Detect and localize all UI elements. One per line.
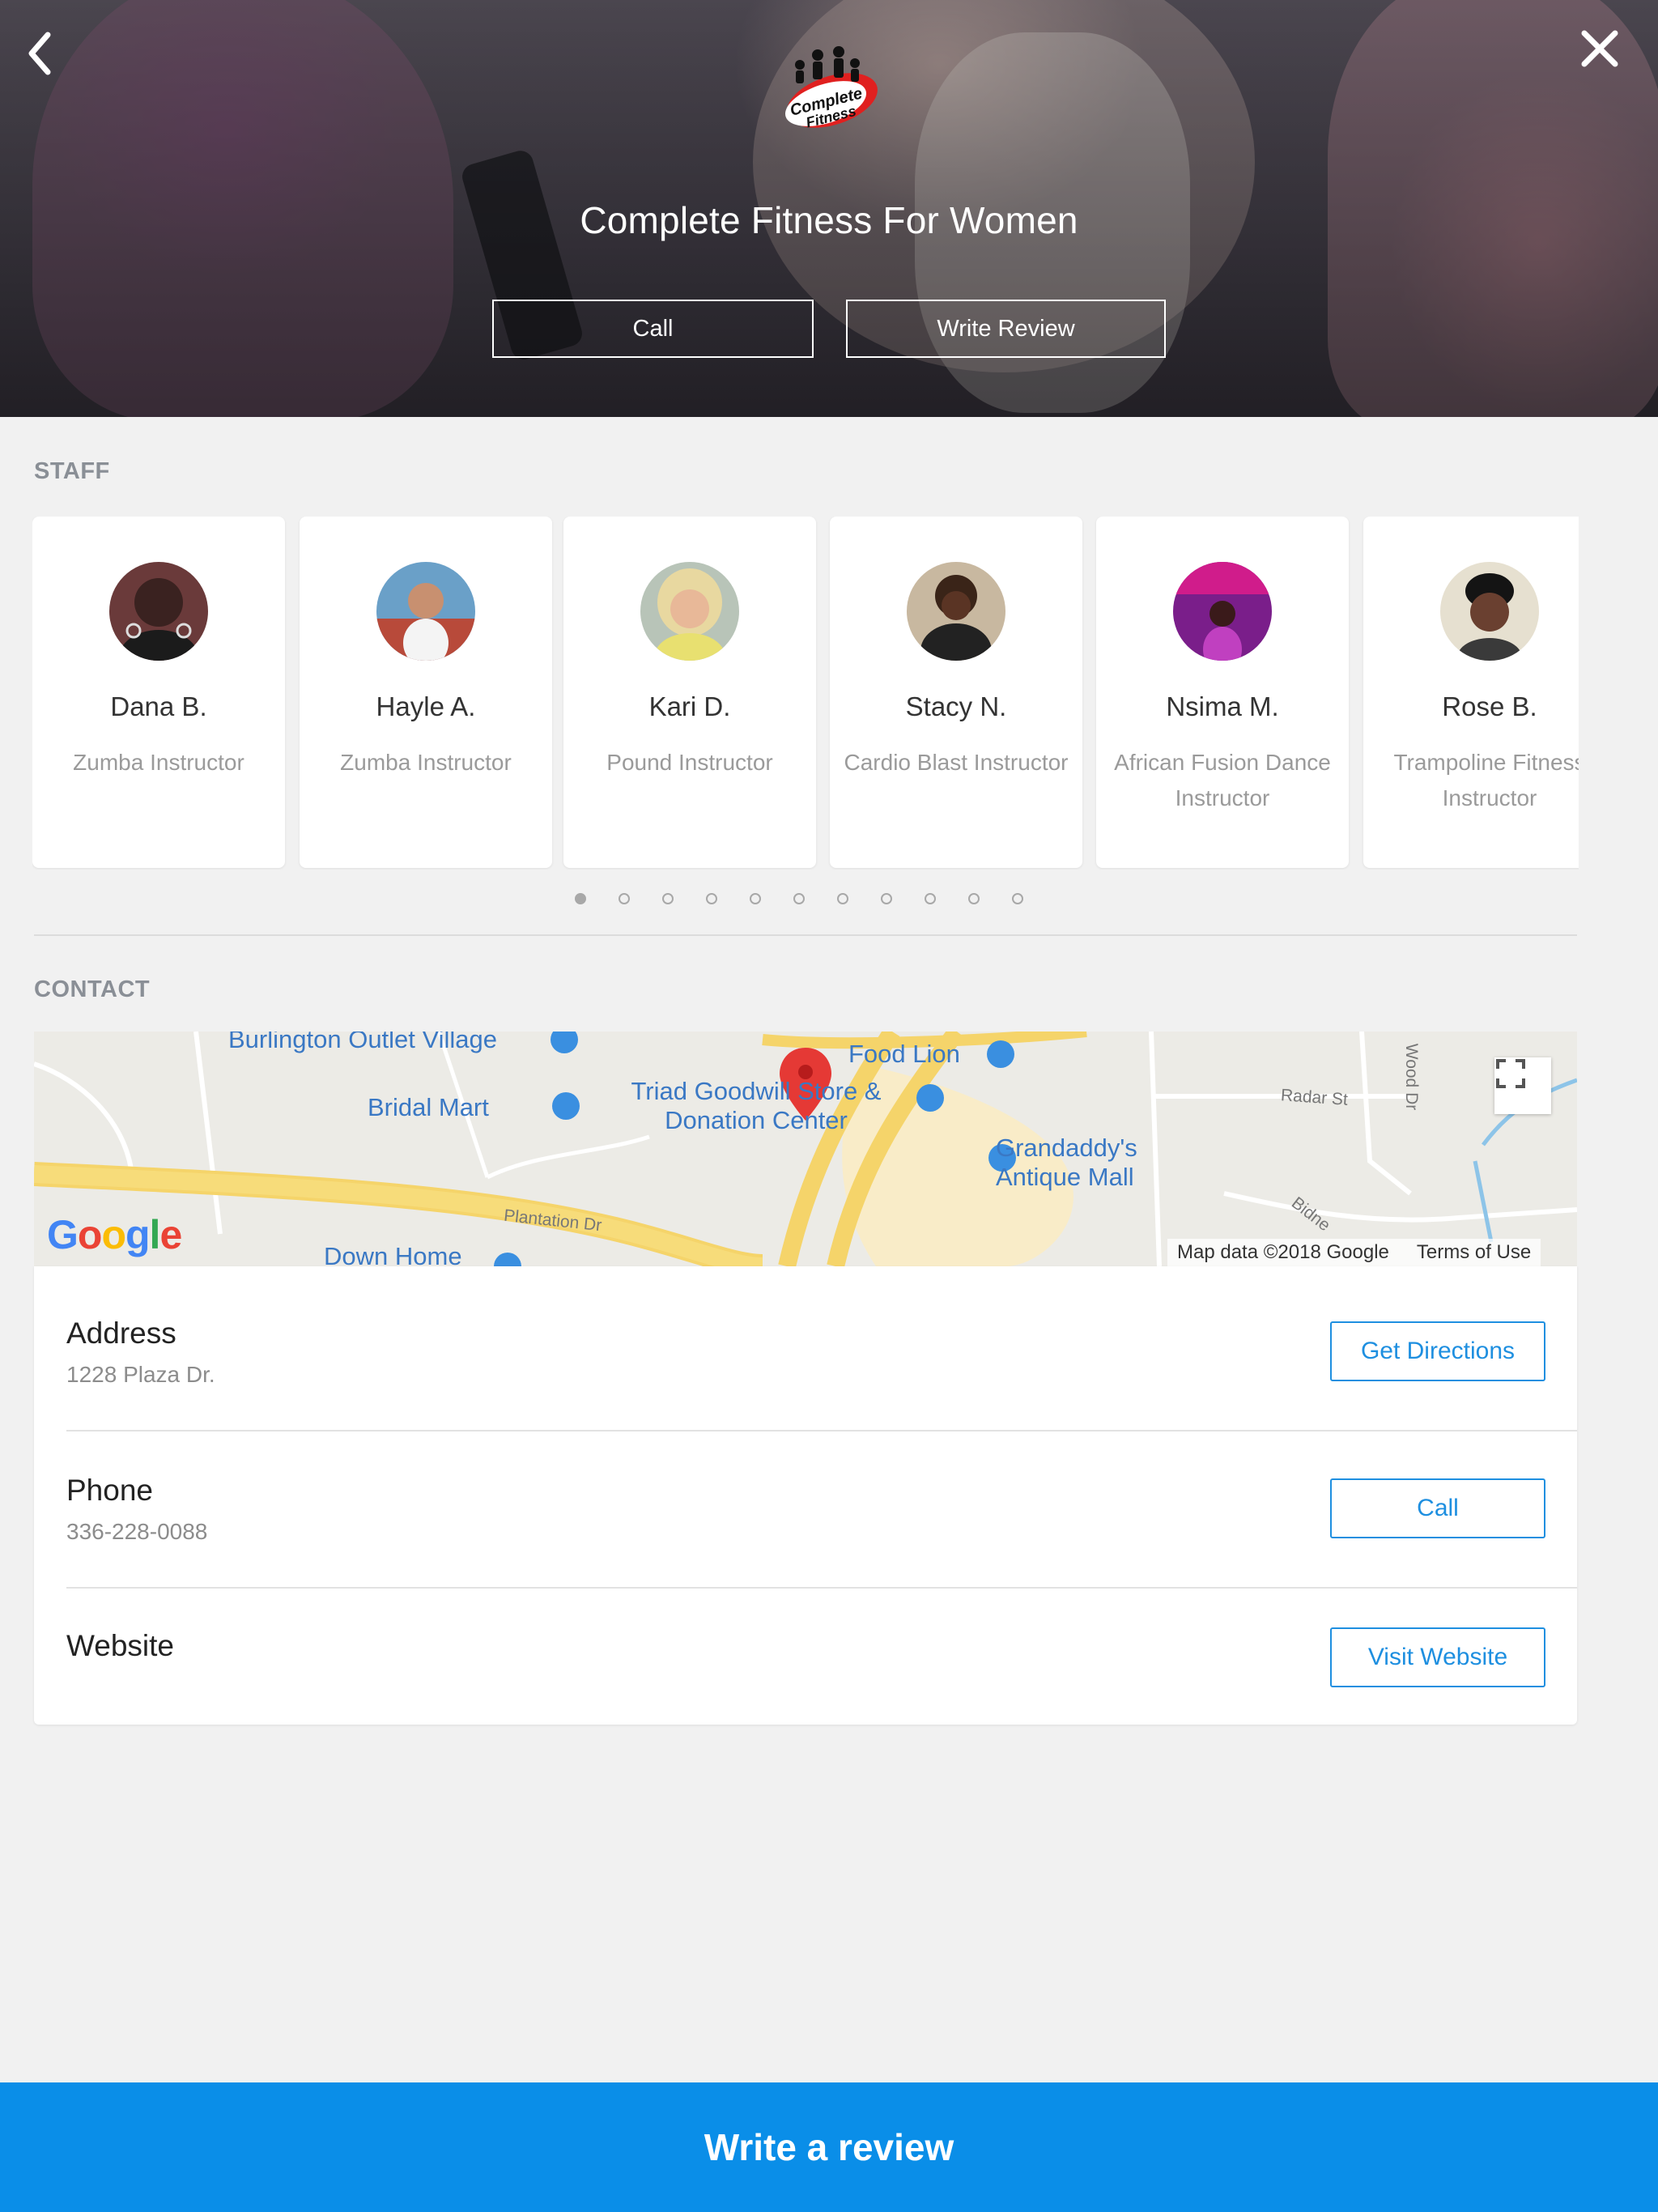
- staff-card[interactable]: Dana B. Zumba Instructor: [32, 517, 285, 868]
- pagination-dot[interactable]: [968, 893, 980, 904]
- staff-card[interactable]: Kari D. Pound Instructor: [563, 517, 816, 868]
- staff-avatar: [907, 562, 1005, 661]
- phone-label: Phone: [66, 1474, 153, 1507]
- pagination-dot[interactable]: [837, 893, 848, 904]
- address-label: Address: [66, 1317, 176, 1350]
- map-place-label: Triad Goodwill Store & Donation Center: [631, 1077, 882, 1134]
- pagination-dot[interactable]: [619, 893, 630, 904]
- staff-role: Zumba Instructor: [340, 750, 512, 775]
- staff-role: Pound Instructor: [606, 750, 773, 775]
- google-logo: Google: [47, 1212, 182, 1257]
- section-divider: [34, 934, 1577, 936]
- hero-banner: Complete Fitness Complete Fitness For Wo…: [0, 0, 1658, 417]
- visit-website-button[interactable]: Visit Website: [1330, 1627, 1545, 1687]
- staff-name: Rose B.: [1442, 691, 1537, 721]
- staff-avatar: [640, 562, 739, 661]
- pagination-dot[interactable]: [662, 893, 674, 904]
- staff-card[interactable]: Hayle A. Zumba Instructor: [300, 517, 552, 868]
- address-value: 1228 Plaza Dr.: [66, 1362, 215, 1387]
- pagination-dot[interactable]: [750, 893, 761, 904]
- staff-name: Stacy N.: [905, 691, 1007, 721]
- map-place-label: Burlington Outlet Village: [228, 1032, 498, 1053]
- header-write-review-button[interactable]: Write Review: [846, 300, 1166, 358]
- staff-card[interactable]: Nsima M. African Fusion Dance Instructor: [1096, 517, 1349, 868]
- map-road-label: Wood Dr: [1402, 1043, 1422, 1111]
- staff-role: Cardio Blast Instructor: [844, 750, 1069, 775]
- staff-role: Trampoline Fitness Instructor: [1393, 750, 1579, 810]
- header-call-button[interactable]: Call: [492, 300, 814, 358]
- staff-card[interactable]: Rose B. Trampoline Fitness Instructor: [1363, 517, 1579, 868]
- staff-avatar: [1173, 562, 1272, 661]
- get-directions-button[interactable]: Get Directions: [1330, 1321, 1545, 1381]
- staff-heading: STAFF: [34, 458, 110, 484]
- back-icon[interactable]: [16, 28, 62, 79]
- staff-name: Hayle A.: [376, 691, 476, 721]
- gym-logo: Complete Fitness: [767, 42, 889, 138]
- staff-carousel[interactable]: Dana B. Zumba Instructor Hayle A. Zumba …: [32, 517, 1579, 870]
- map-place-label: Bridal Mart: [368, 1093, 489, 1121]
- map-terms-link[interactable]: Terms of Use: [1417, 1241, 1531, 1264]
- phone-value: 336-228-0088: [66, 1519, 208, 1544]
- staff-name: Dana B.: [110, 691, 207, 721]
- staff-avatar: [376, 562, 475, 661]
- pagination-dot[interactable]: [793, 893, 805, 904]
- map-place-label: Grandaddy's Antique Mall: [996, 1134, 1137, 1191]
- map-attribution: Map data ©2018 Google Terms of Use: [1167, 1239, 1541, 1266]
- website-label: Website: [66, 1629, 174, 1662]
- map-data-credit: Map data ©2018 Google: [1177, 1241, 1389, 1263]
- staff-pagination: [575, 891, 1023, 907]
- pagination-dot[interactable]: [881, 893, 892, 904]
- map-place-label: Down Home: [324, 1242, 462, 1266]
- fullscreen-icon[interactable]: [1494, 1057, 1551, 1114]
- gym-title: Complete Fitness For Women: [580, 199, 1078, 241]
- staff-avatar: [1440, 562, 1539, 661]
- staff-name: Nsima M.: [1166, 691, 1279, 721]
- pagination-dot[interactable]: [1012, 893, 1023, 904]
- staff-card[interactable]: Stacy N. Cardio Blast Instructor: [830, 517, 1082, 868]
- staff-name: Kari D.: [648, 691, 731, 721]
- phone-call-button[interactable]: Call: [1330, 1478, 1545, 1538]
- map-place-label: Food Lion: [848, 1040, 960, 1068]
- pagination-dot[interactable]: [706, 893, 717, 904]
- staff-avatar: [109, 562, 208, 661]
- write-a-review-button[interactable]: Write a review: [0, 2082, 1658, 2212]
- contact-details-card: Address 1228 Plaza Dr. Get Directions Ph…: [34, 1266, 1577, 1725]
- location-map[interactable]: Burlington Outlet Village Food Lion Brid…: [34, 1032, 1577, 1266]
- contact-heading: CONTACT: [34, 976, 151, 1002]
- pagination-dot[interactable]: [575, 893, 586, 904]
- close-icon[interactable]: [1574, 23, 1626, 74]
- staff-role: Zumba Instructor: [73, 750, 244, 775]
- pagination-dot[interactable]: [925, 893, 936, 904]
- staff-role: African Fusion Dance Instructor: [1114, 750, 1331, 810]
